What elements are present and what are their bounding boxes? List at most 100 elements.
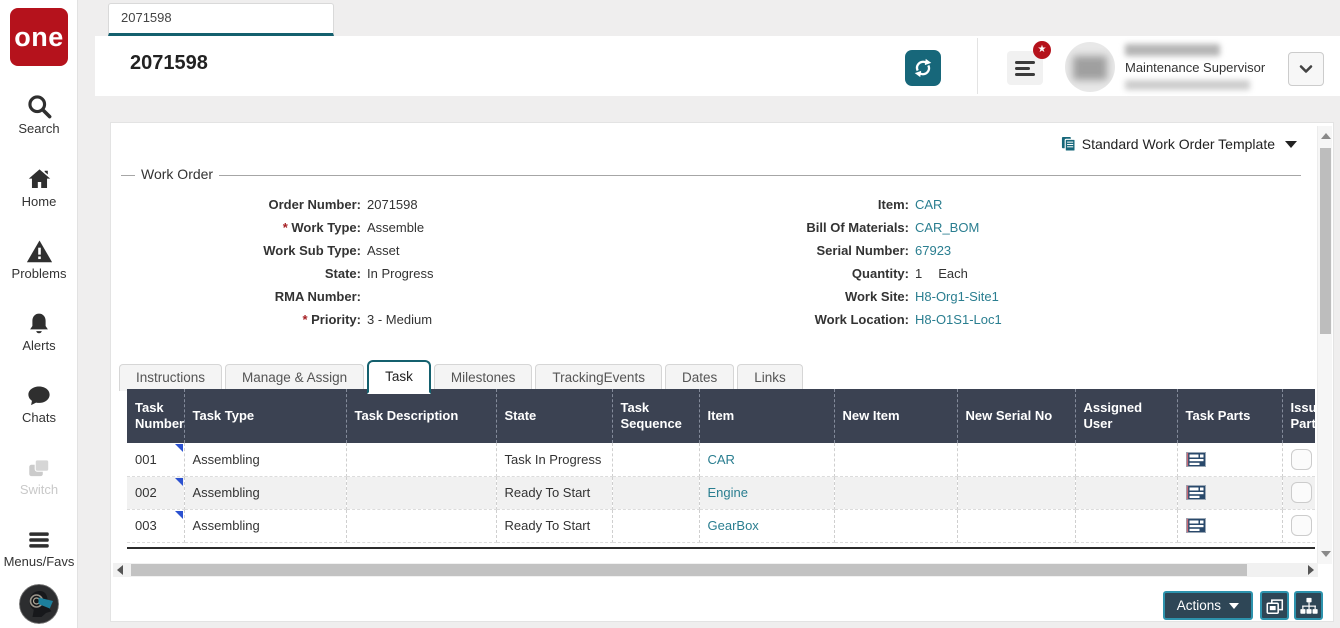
col-new-item: New Item: [834, 389, 958, 443]
scroll-right-arrow[interactable]: [1308, 565, 1314, 575]
cell-task-description: [346, 509, 497, 543]
bell-icon: [0, 311, 78, 337]
col-task-number: Task Number: [127, 389, 185, 443]
sidebar-item-label: Menus/Favs: [3, 554, 75, 569]
horizontal-scroll-thumb[interactable]: [131, 564, 1247, 576]
sitemap-button[interactable]: [1294, 591, 1323, 620]
work-site-link[interactable]: H8-Org1-Site1: [915, 289, 999, 304]
serial-number-link[interactable]: 67923: [915, 243, 951, 258]
field-state: State In Progress: [131, 262, 671, 285]
cell-task-type: Assembling: [184, 443, 347, 477]
hamburger-icon: [1015, 58, 1035, 79]
sidebar-item-search[interactable]: Search: [0, 93, 78, 136]
row-context-marker[interactable]: [174, 444, 183, 452]
header: 2071598 Maintenance Supervisor: [95, 36, 1340, 96]
sidebar: one Search Home Problems Alerts Chats Sw…: [0, 0, 78, 628]
issue-parts-checkbox[interactable]: [1290, 482, 1312, 503]
sidebar-item-problems[interactable]: Problems: [0, 238, 78, 281]
user-menu-chevron-button[interactable]: [1288, 52, 1324, 86]
row-context-marker[interactable]: [174, 510, 183, 519]
tab-milestones[interactable]: Milestones: [433, 364, 533, 391]
user-org-redacted: [1125, 80, 1250, 90]
col-task-sequence: Task Sequence: [612, 389, 700, 443]
cell-state: Ready To Start: [496, 509, 613, 543]
home-icon: [0, 166, 78, 193]
cell-new-serial-no: [957, 443, 1076, 477]
tab-task[interactable]: Task: [367, 360, 431, 394]
task-parts-icon[interactable]: [1185, 451, 1206, 467]
cell-task-sequence: [612, 476, 700, 510]
field-value: 2071598: [367, 197, 418, 212]
assistant-avatar[interactable]: [19, 584, 59, 624]
chevron-down-icon: [1229, 602, 1239, 609]
field-rma-number: RMA Number: [131, 285, 671, 308]
template-selector[interactable]: Standard Work Order Template: [1061, 136, 1297, 152]
sidebar-item-chats[interactable]: Chats: [0, 383, 78, 425]
template-selector-label: Standard Work Order Template: [1081, 136, 1275, 152]
actions-button-label: Actions: [1176, 598, 1221, 613]
detail-tabs: Instructions Manage & Assign Task Milest…: [119, 359, 806, 394]
cell-task-number: 001: [127, 443, 185, 477]
tab-tracking-events[interactable]: TrackingEvents: [535, 364, 662, 391]
field-quantity: Quantity 1 Each: [671, 262, 1291, 285]
sidebar-item-alerts[interactable]: Alerts: [0, 311, 78, 353]
cell-task-description: [346, 476, 497, 510]
cell-item-link[interactable]: GearBox: [699, 509, 835, 543]
work-location-link[interactable]: H8-O1S1-Loc1: [915, 312, 1002, 327]
col-task-parts: Task Parts: [1177, 389, 1283, 443]
print-button[interactable]: [1260, 591, 1289, 620]
horizontal-scrollbar[interactable]: [113, 563, 1318, 577]
print-icon: [1266, 598, 1283, 614]
scroll-down-arrow[interactable]: [1321, 551, 1331, 557]
task-table: Task Number Task Type Task Description S…: [127, 389, 1324, 549]
tab-links[interactable]: Links: [737, 364, 803, 391]
document-tab-label: 2071598: [121, 10, 172, 25]
quantity-value: 1: [915, 266, 923, 281]
task-parts-icon[interactable]: [1185, 485, 1206, 500]
one-logo[interactable]: one: [10, 8, 68, 66]
item-link[interactable]: CAR: [915, 197, 942, 212]
sitemap-icon: [1299, 597, 1318, 614]
user-avatar[interactable]: [1065, 42, 1115, 92]
sidebar-item-menus-favs[interactable]: Menus/Favs: [0, 527, 78, 569]
chat-bubble-icon: [0, 383, 78, 409]
col-issue-parts: Issue Parts: [1282, 389, 1324, 443]
cell-item-link[interactable]: Engine: [699, 476, 835, 510]
issue-parts-checkbox[interactable]: [1290, 448, 1312, 470]
document-tab[interactable]: 2071598: [108, 3, 334, 36]
work-order-fieldset: Work Order: [121, 166, 1301, 182]
refresh-button[interactable]: [905, 50, 941, 86]
cell-task-number: 003: [127, 509, 185, 543]
cell-assigned-user: [1075, 443, 1178, 477]
cell-task-number: 002: [127, 476, 185, 510]
tab-manage-assign[interactable]: Manage & Assign: [225, 364, 365, 391]
cell-item-link[interactable]: CAR: [699, 443, 835, 477]
cell-new-item: [834, 443, 958, 477]
sidebar-item-label: Chats: [22, 410, 56, 425]
row-context-marker[interactable]: [174, 477, 183, 486]
field-bill-of-materials: Bill Of Materials CAR_BOM: [671, 216, 1291, 239]
page-title: 2071598: [130, 52, 208, 74]
vertical-scrollbar[interactable]: [1317, 126, 1332, 564]
tab-dates[interactable]: Dates: [664, 364, 735, 391]
vertical-scroll-thumb[interactable]: [1320, 148, 1331, 334]
cell-task-sequence: [612, 443, 700, 477]
cell-task-parts: [1177, 509, 1283, 543]
scroll-up-arrow[interactable]: [1321, 133, 1331, 139]
scroll-left-arrow[interactable]: [117, 565, 123, 575]
col-new-serial-no: New Serial No: [957, 389, 1076, 443]
hamburger-icon: [0, 527, 78, 553]
tab-instructions[interactable]: Instructions: [119, 364, 223, 391]
work-order-fields-right: Item CAR Bill Of Materials CAR_BOM Seria…: [671, 193, 1291, 331]
sidebar-item-home[interactable]: Home: [0, 166, 78, 209]
bom-link[interactable]: CAR_BOM: [915, 220, 979, 235]
quantity-uom: Each: [938, 266, 968, 281]
cell-new-serial-no: [957, 476, 1076, 510]
issue-parts-checkbox[interactable]: [1290, 515, 1312, 536]
actions-button[interactable]: Actions: [1162, 591, 1253, 620]
work-order-panel: Standard Work Order Template Work Order …: [110, 122, 1334, 622]
field-work-sub-type: Work Sub Type Asset: [131, 239, 671, 262]
user-info: Maintenance Supervisor: [1125, 42, 1285, 90]
sidebar-item-label: Problems: [11, 266, 67, 281]
task-parts-icon[interactable]: [1185, 518, 1206, 533]
